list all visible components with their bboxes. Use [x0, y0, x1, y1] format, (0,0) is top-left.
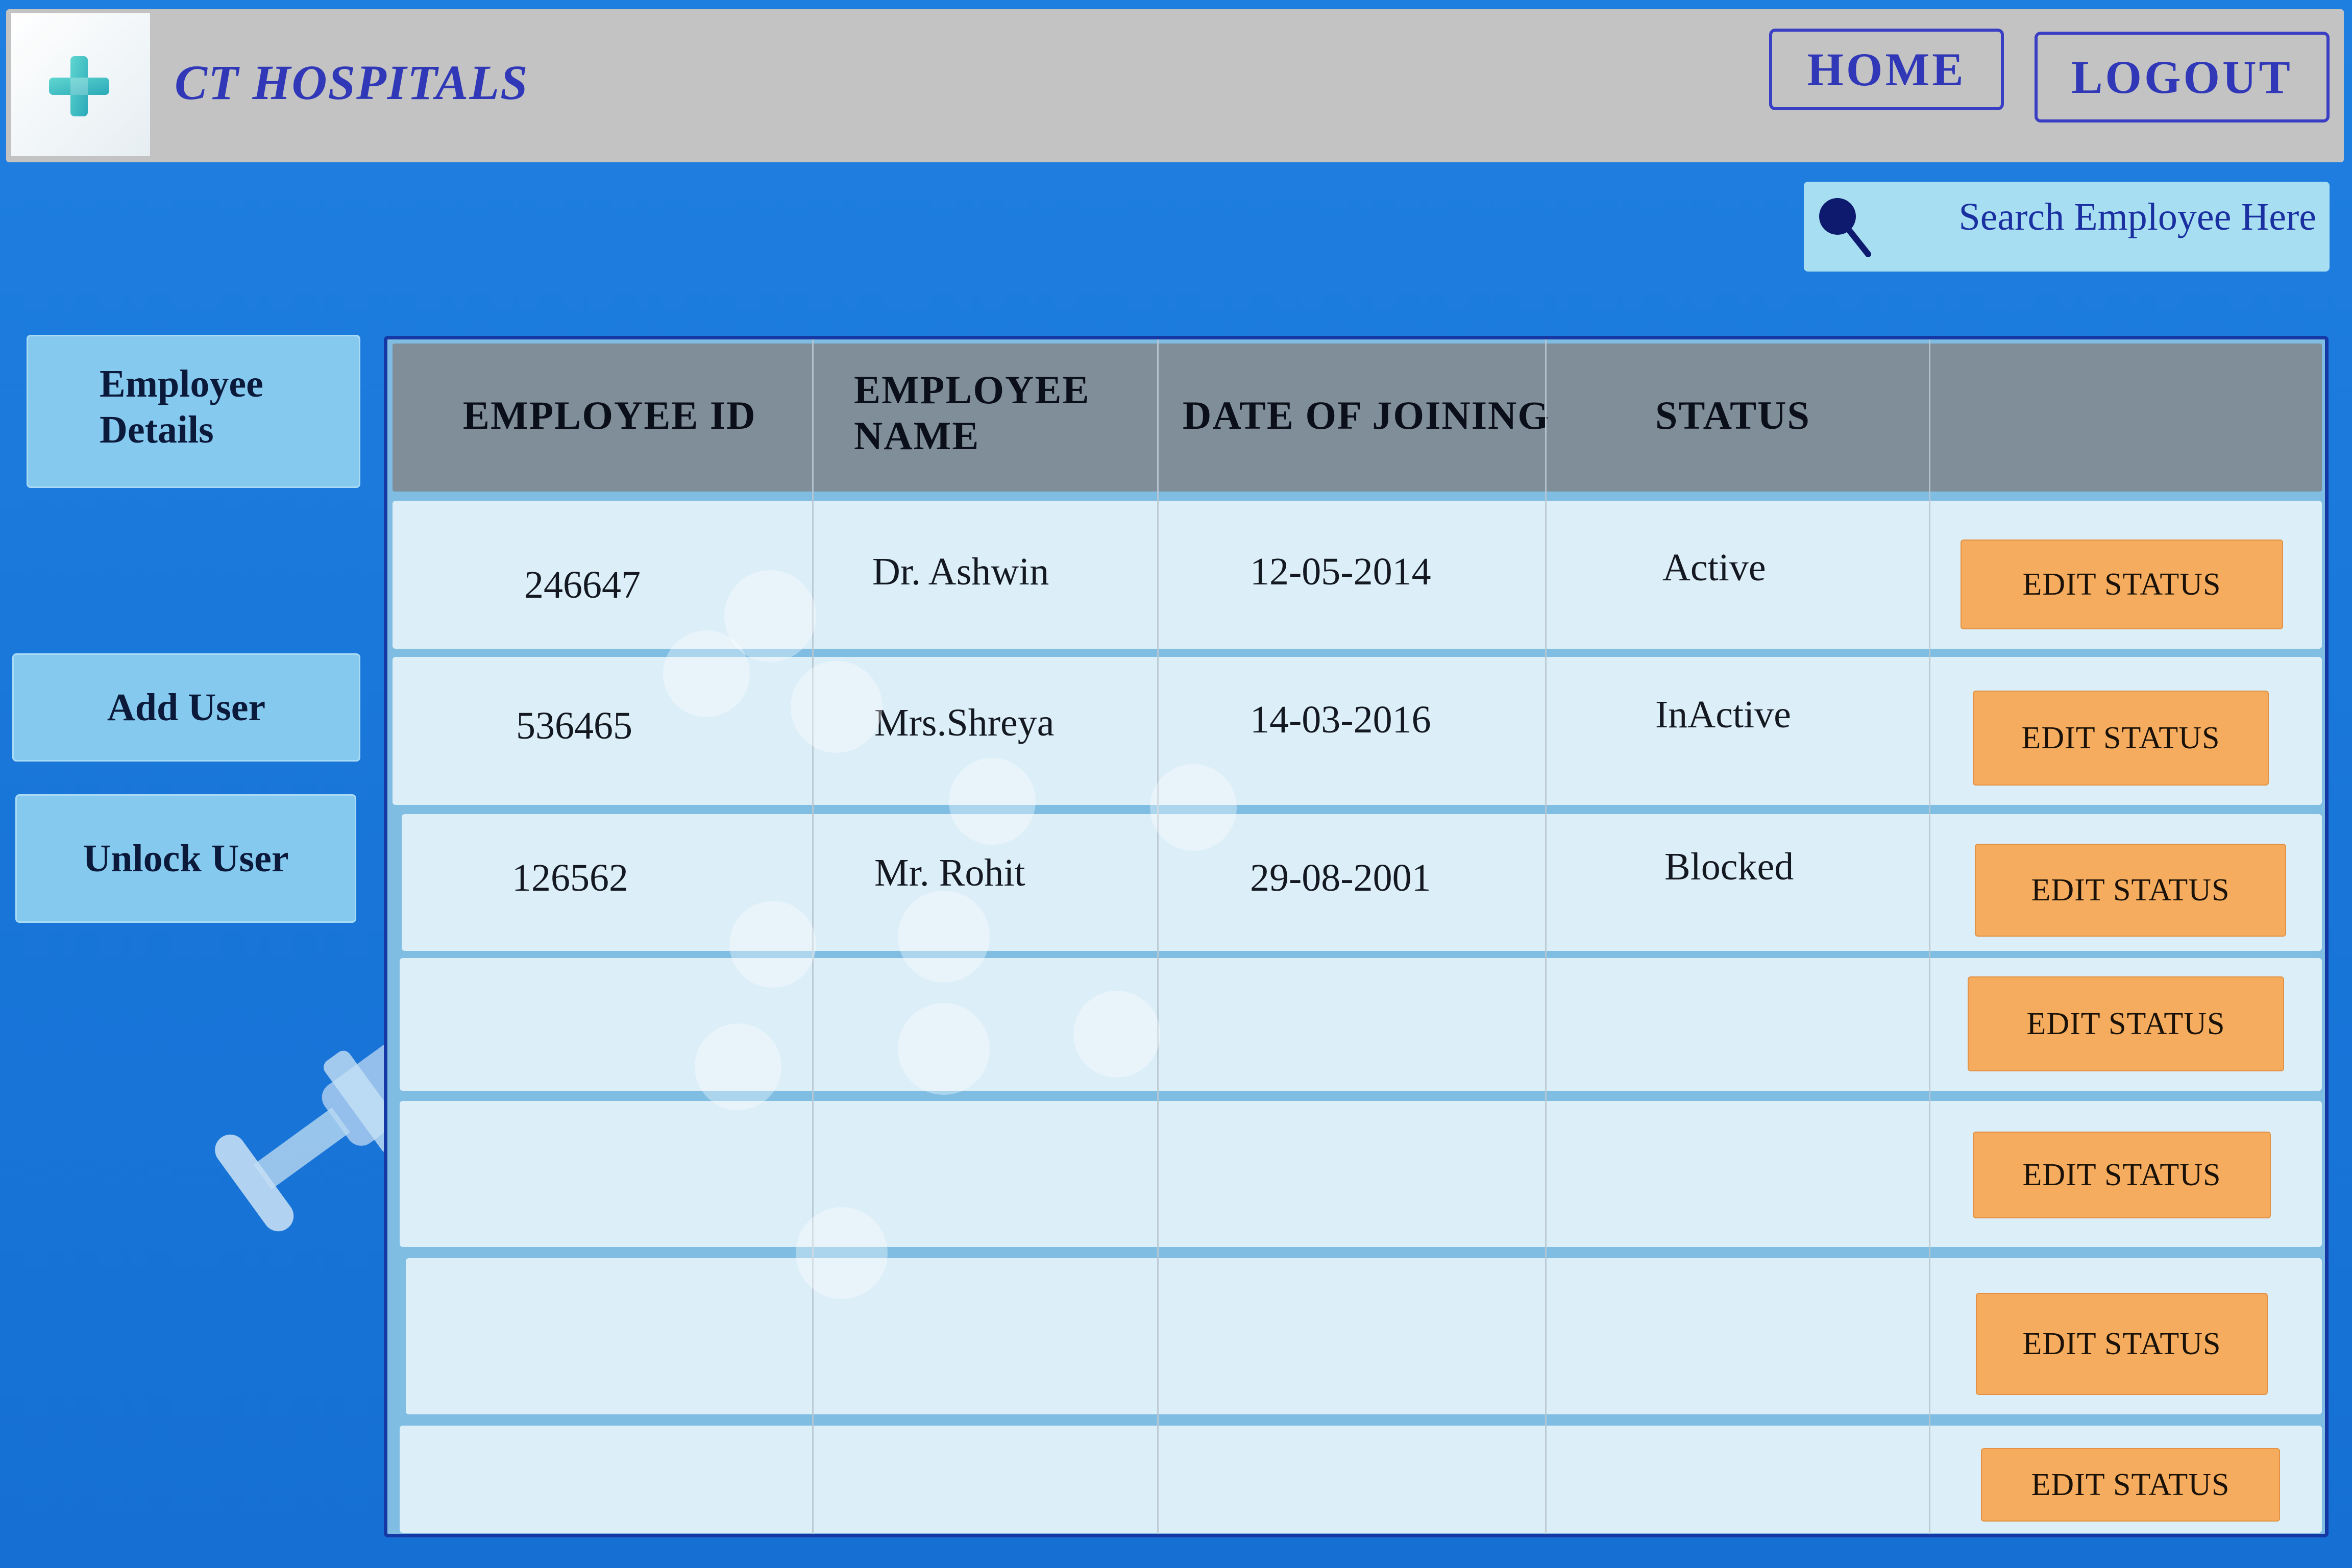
column-divider: [1545, 339, 1547, 1534]
table-header: EMPLOYEE ID EMPLOYEE NAME DATE OF JOININ…: [393, 344, 2322, 492]
table-row: 246647 Dr. Ashwin 12-05-2014 Active EDIT…: [393, 501, 2322, 649]
decorative-bubble: [695, 1023, 781, 1110]
cell-date-of-joining: 12-05-2014: [1250, 550, 1431, 593]
decorative-bubble: [1073, 991, 1160, 1077]
decorative-bubble: [796, 1207, 888, 1299]
search-input[interactable]: Search Employee Here: [1804, 182, 2330, 272]
decorative-bubble: [898, 1003, 990, 1095]
cell-employee-name: Mrs.Shreya: [874, 701, 1055, 744]
table-row: 126562 Mr. Rohit 29-08-2001 Blocked EDIT…: [402, 814, 2322, 951]
edit-status-button[interactable]: EDIT STATUS: [1968, 976, 2284, 1071]
decorative-bubble: [949, 758, 1036, 845]
decorative-bubble: [1150, 764, 1237, 851]
cell-employee-name: Dr. Ashwin: [872, 550, 1049, 593]
search-placeholder: Search Employee Here: [1958, 195, 2316, 238]
column-divider: [1929, 339, 1930, 1534]
header-date-of-joining: DATE OF JOINING: [1183, 393, 1550, 437]
cell-status: InActive: [1655, 693, 1791, 736]
decorative-bubble: [729, 901, 816, 988]
header-status: STATUS: [1655, 393, 1810, 437]
search-icon: [1819, 198, 1871, 257]
edit-status-button[interactable]: EDIT STATUS: [1973, 1132, 2271, 1218]
table-row: EDIT STATUS: [406, 1258, 2322, 1414]
header-employee-id: EMPLOYEE ID: [463, 393, 756, 437]
cell-employee-id: 536465: [516, 704, 632, 747]
edit-status-button[interactable]: EDIT STATUS: [1976, 1293, 2268, 1395]
cell-date-of-joining: 14-03-2016: [1250, 698, 1431, 741]
cell-employee-name: Mr. Rohit: [874, 851, 1025, 894]
edit-status-button[interactable]: EDIT STATUS: [1975, 844, 2286, 937]
edit-status-button[interactable]: EDIT STATUS: [1981, 1448, 2280, 1522]
table-row: EDIT STATUS: [400, 958, 2322, 1091]
decorative-bubble: [663, 630, 750, 717]
header-employee-name: EMPLOYEE NAME: [854, 368, 1090, 458]
brand-title: CT HOSPITALS: [175, 55, 529, 110]
decorative-bubble: [898, 891, 990, 983]
home-button[interactable]: HOME: [1769, 29, 2004, 110]
sidebar-item-employee-details[interactable]: Employee Details: [27, 335, 360, 488]
cell-date-of-joining: 29-08-2001: [1250, 856, 1431, 899]
edit-status-button[interactable]: EDIT STATUS: [1961, 540, 2283, 629]
cell-status: Active: [1662, 546, 1766, 589]
cell-employee-id: 246647: [524, 564, 641, 606]
sidebar-item-label: Employee Details: [100, 362, 263, 451]
cell-status: Blocked: [1664, 845, 1794, 888]
medical-cross-icon: [49, 56, 109, 116]
logout-button[interactable]: LOGOUT: [2035, 32, 2330, 122]
logo: [11, 13, 150, 156]
decorative-bubble: [791, 661, 883, 753]
column-divider: [1157, 339, 1159, 1534]
header-bar: CT HOSPITALS HOME LOGOUT: [6, 9, 2344, 162]
table-row: EDIT STATUS: [400, 1426, 2322, 1533]
edit-status-button[interactable]: EDIT STATUS: [1973, 691, 2269, 786]
table-row: EDIT STATUS: [400, 1101, 2322, 1247]
cell-employee-id: 126562: [512, 856, 628, 899]
employee-table: EMPLOYEE ID EMPLOYEE NAME DATE OF JOININ…: [384, 336, 2329, 1537]
